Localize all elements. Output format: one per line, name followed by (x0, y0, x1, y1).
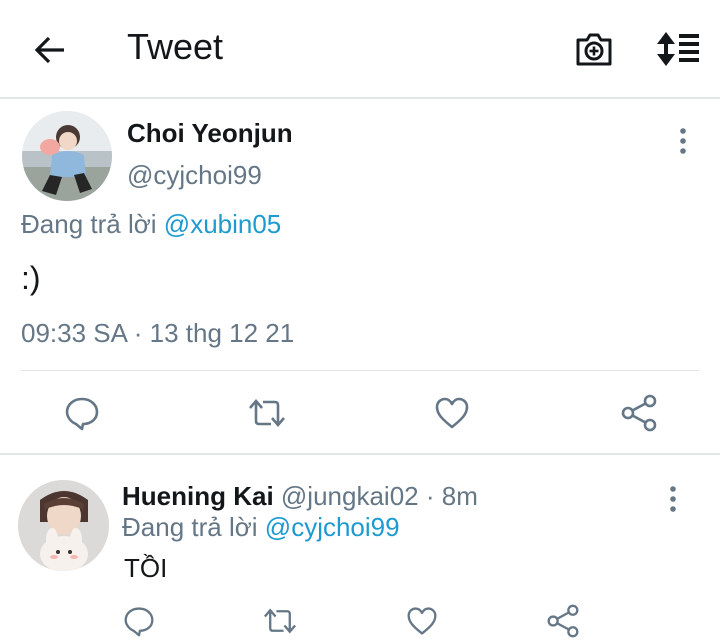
replying-prefix: Đang trả lời (21, 209, 157, 239)
sort-lines-icon (657, 32, 699, 66)
page-title: Tweet (127, 26, 224, 67)
mention-link[interactable]: @cyjchoi99 (265, 512, 400, 542)
share-button[interactable] (546, 604, 580, 638)
section-divider (0, 453, 720, 455)
user-handle[interactable]: @cyjchoi99 (127, 160, 262, 191)
reply-icon (65, 397, 99, 431)
replying-to: Đang trả lời @cyjchoi99 (122, 512, 400, 543)
app-bar: Tweet (0, 0, 720, 99)
reply-icon (124, 607, 154, 637)
reply-header: Huening Kai @jungkai02 · 8m (122, 481, 478, 512)
back-button[interactable] (30, 30, 70, 70)
like-button[interactable] (434, 395, 470, 431)
back-arrow-icon (34, 36, 64, 64)
more-options-button[interactable] (671, 126, 695, 160)
retweet-button[interactable] (262, 605, 298, 637)
sort-replies-button[interactable] (655, 30, 701, 68)
share-icon (547, 604, 579, 638)
profile-photo (18, 480, 109, 571)
more-vertical-icon (680, 128, 686, 154)
display-name[interactable]: Choi Yeonjun (127, 118, 293, 149)
like-icon (435, 397, 469, 429)
divider (21, 370, 699, 371)
share-icon (621, 394, 657, 432)
tweet-timestamp: 09:33 SA · 13 thg 12 21 (21, 318, 295, 348)
replying-to: Đang trả lời @xubin05 (21, 209, 281, 240)
more-options-button[interactable] (661, 484, 685, 518)
avatar[interactable] (22, 111, 112, 201)
retweet-icon (264, 608, 296, 634)
tweet-text: TỒI (124, 553, 168, 583)
retweet-button[interactable] (247, 395, 287, 431)
share-button[interactable] (620, 394, 658, 432)
retweet-icon (249, 399, 285, 427)
more-vertical-icon (670, 486, 676, 512)
avatar[interactable] (18, 480, 109, 571)
mention-link[interactable]: @xubin05 (164, 209, 281, 239)
user-handle[interactable]: @jungkai02 (281, 481, 419, 511)
tweet-text: :) (21, 260, 41, 296)
like-button[interactable] (406, 605, 438, 637)
display-name[interactable]: Huening Kai (122, 481, 274, 511)
replying-prefix: Đang trả lời (122, 512, 258, 542)
relative-time: · 8m (425, 481, 478, 511)
compose-media-button[interactable] (574, 29, 614, 69)
reply-button[interactable] (64, 395, 100, 431)
reply-button[interactable] (123, 605, 155, 637)
camera-plus-icon (576, 33, 612, 66)
like-icon (407, 607, 437, 635)
profile-photo (22, 111, 112, 201)
